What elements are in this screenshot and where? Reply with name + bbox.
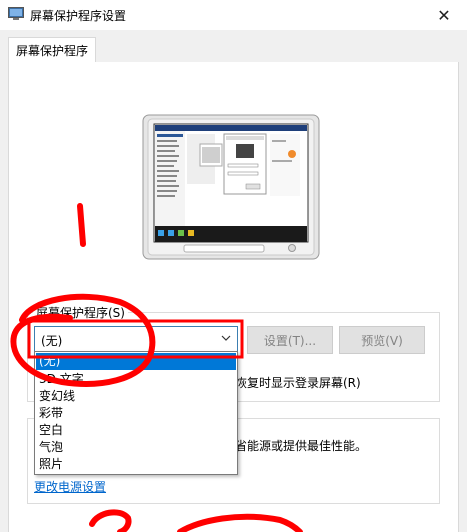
close-button[interactable]: ✕ [421, 0, 467, 30]
resume-logon-checkbox-label[interactable]: 恢复时显示登录屏幕(R) [235, 374, 361, 391]
screensaver-select[interactable]: (无) [34, 326, 238, 352]
dropdown-option[interactable]: 彩带 [36, 405, 236, 422]
title-bar: 屏幕保护程序设置 ✕ [0, 0, 467, 30]
dropdown-option[interactable]: 空白 [36, 422, 236, 439]
dropdown-option[interactable]: 气泡 [36, 439, 236, 456]
frame-edge [459, 62, 467, 532]
settings-button-label: 设置(T)... [263, 333, 317, 348]
preview-button-label: 预览(V) [361, 333, 403, 348]
screensaver-group-label: 屏幕保护程序(S) [33, 304, 128, 321]
dropdown-option[interactable]: (无) [36, 353, 236, 370]
screensaver-dropdown-list: (无) 3D 文字 变幻线 彩带 空白 气泡 照片 [34, 351, 238, 475]
monitor-preview [142, 114, 320, 260]
dropdown-option[interactable]: 变幻线 [36, 388, 236, 405]
dropdown-option[interactable]: 照片 [36, 456, 236, 473]
tab-label: 屏幕保护程序 [15, 44, 88, 58]
display-settings-icon [8, 7, 24, 20]
close-icon: ✕ [437, 5, 451, 25]
tab-strip: 屏幕保护程序 [0, 30, 467, 63]
dropdown-option[interactable]: 3D 文字 [36, 371, 236, 388]
screensaver-select-value: (无) [41, 334, 63, 348]
frame-edge [0, 62, 8, 532]
power-description: 省能源或提供最佳性能。 [235, 439, 368, 453]
tab-screensaver[interactable]: 屏幕保护程序 [8, 37, 96, 63]
change-power-settings-link[interactable]: 更改电源设置 [34, 478, 106, 495]
settings-button[interactable]: 设置(T)... [247, 326, 333, 354]
preview-button[interactable]: 预览(V) [339, 326, 425, 354]
screensaver-settings-window: 屏幕保护程序设置 ✕ 屏幕保护程序 屏幕保护程序(S) (无) 设置(T)...… [0, 0, 467, 532]
window-title: 屏幕保护程序设置 [30, 9, 127, 23]
chevron-down-icon [221, 331, 231, 348]
